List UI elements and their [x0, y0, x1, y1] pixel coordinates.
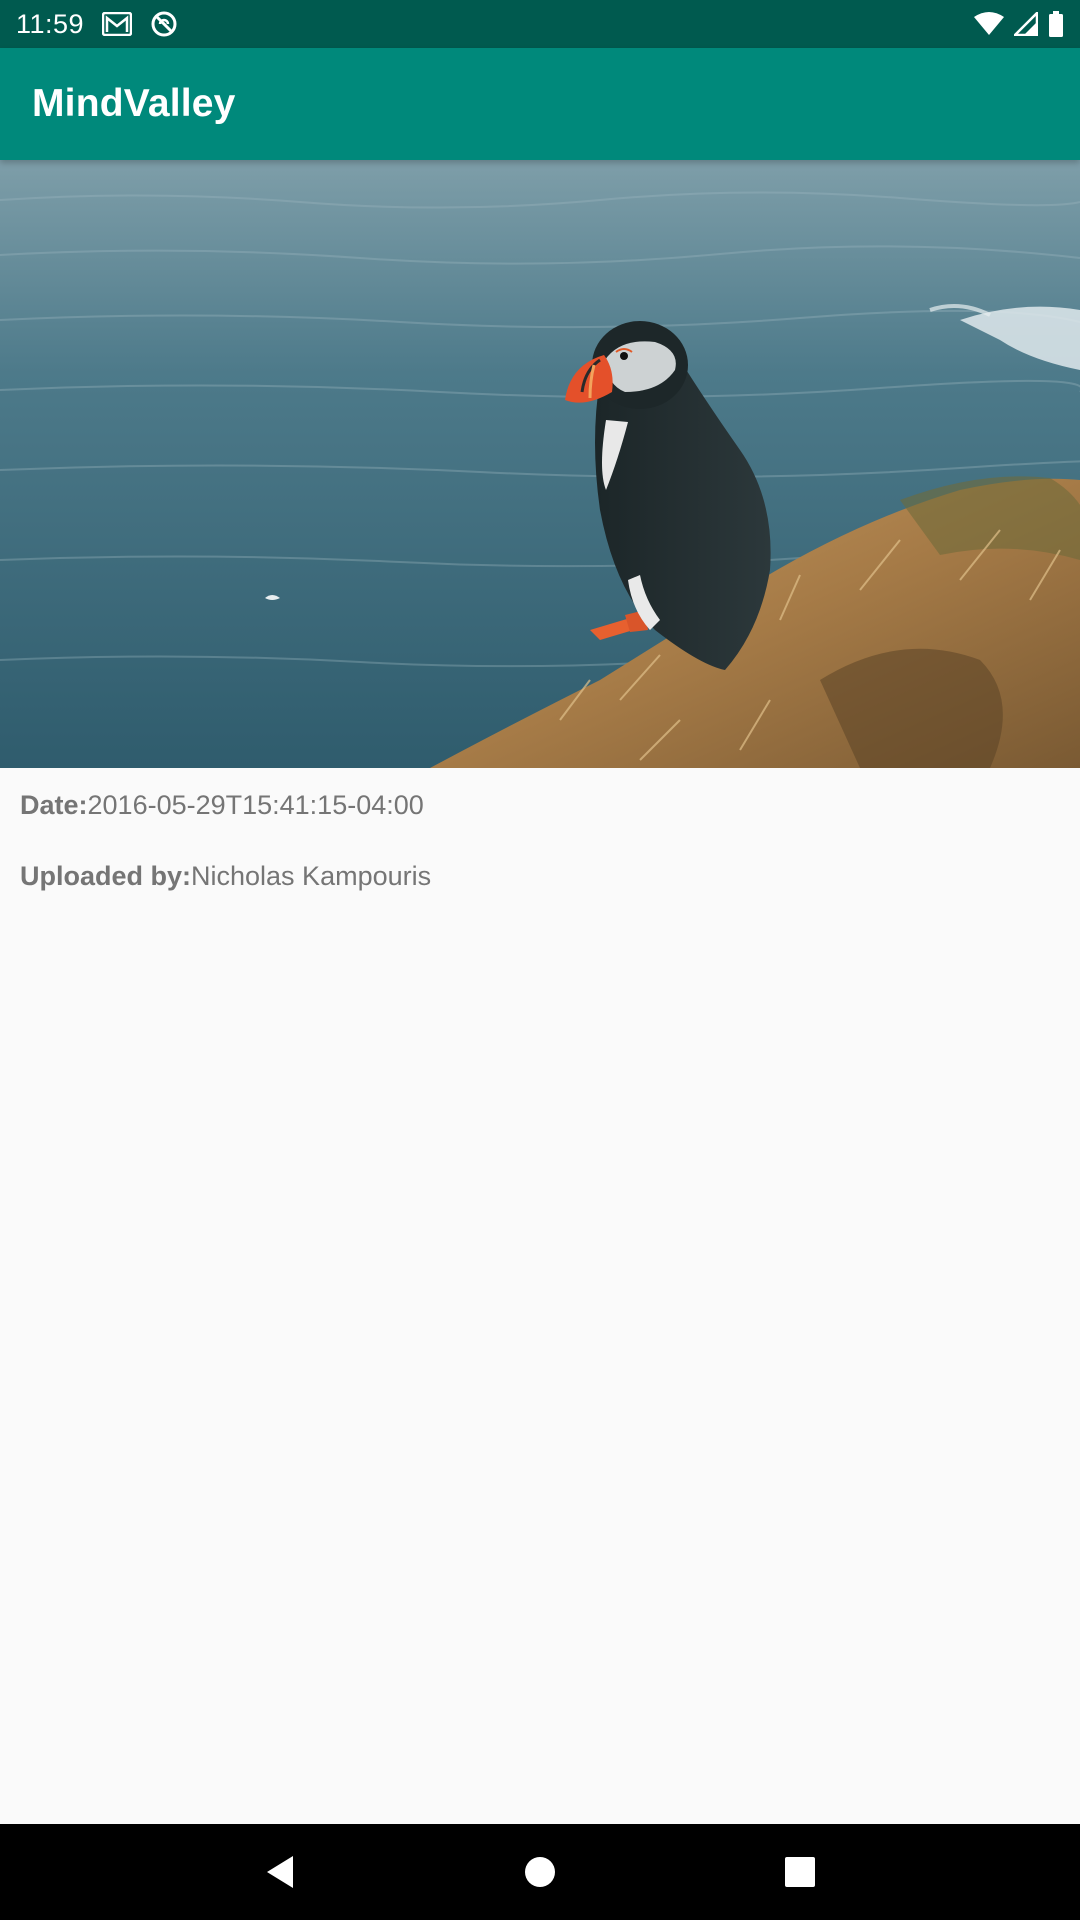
date-value: 2016-05-29T15:41:15-04:00: [87, 790, 424, 820]
recents-icon[interactable]: [770, 1842, 830, 1902]
back-icon[interactable]: [250, 1842, 310, 1902]
app-title: MindValley: [32, 82, 236, 125]
battery-icon: [1048, 11, 1064, 37]
uploader-row: Uploaded by:Nicholas Kampouris: [20, 861, 431, 892]
puffin-photo: [0, 160, 1080, 768]
date-row: Date:2016-05-29T15:41:15-04:00: [20, 790, 431, 821]
navigation-bar: [0, 1824, 1080, 1920]
photo-details: Date:2016-05-29T15:41:15-04:00 Uploaded …: [20, 790, 431, 932]
signal-icon: [1014, 12, 1038, 36]
uploader-value: Nicholas Kampouris: [191, 861, 432, 891]
app-bar: MindValley: [0, 48, 1080, 160]
date-label: Date:: [20, 790, 88, 820]
no-sync-icon: [150, 10, 178, 38]
wifi-icon: [974, 12, 1004, 36]
gmail-icon: [102, 12, 133, 36]
home-icon[interactable]: [510, 1842, 570, 1902]
status-time: 11:59: [16, 8, 85, 39]
uploader-label: Uploaded by:: [20, 861, 192, 891]
status-bar: 11:59: [0, 0, 1080, 48]
